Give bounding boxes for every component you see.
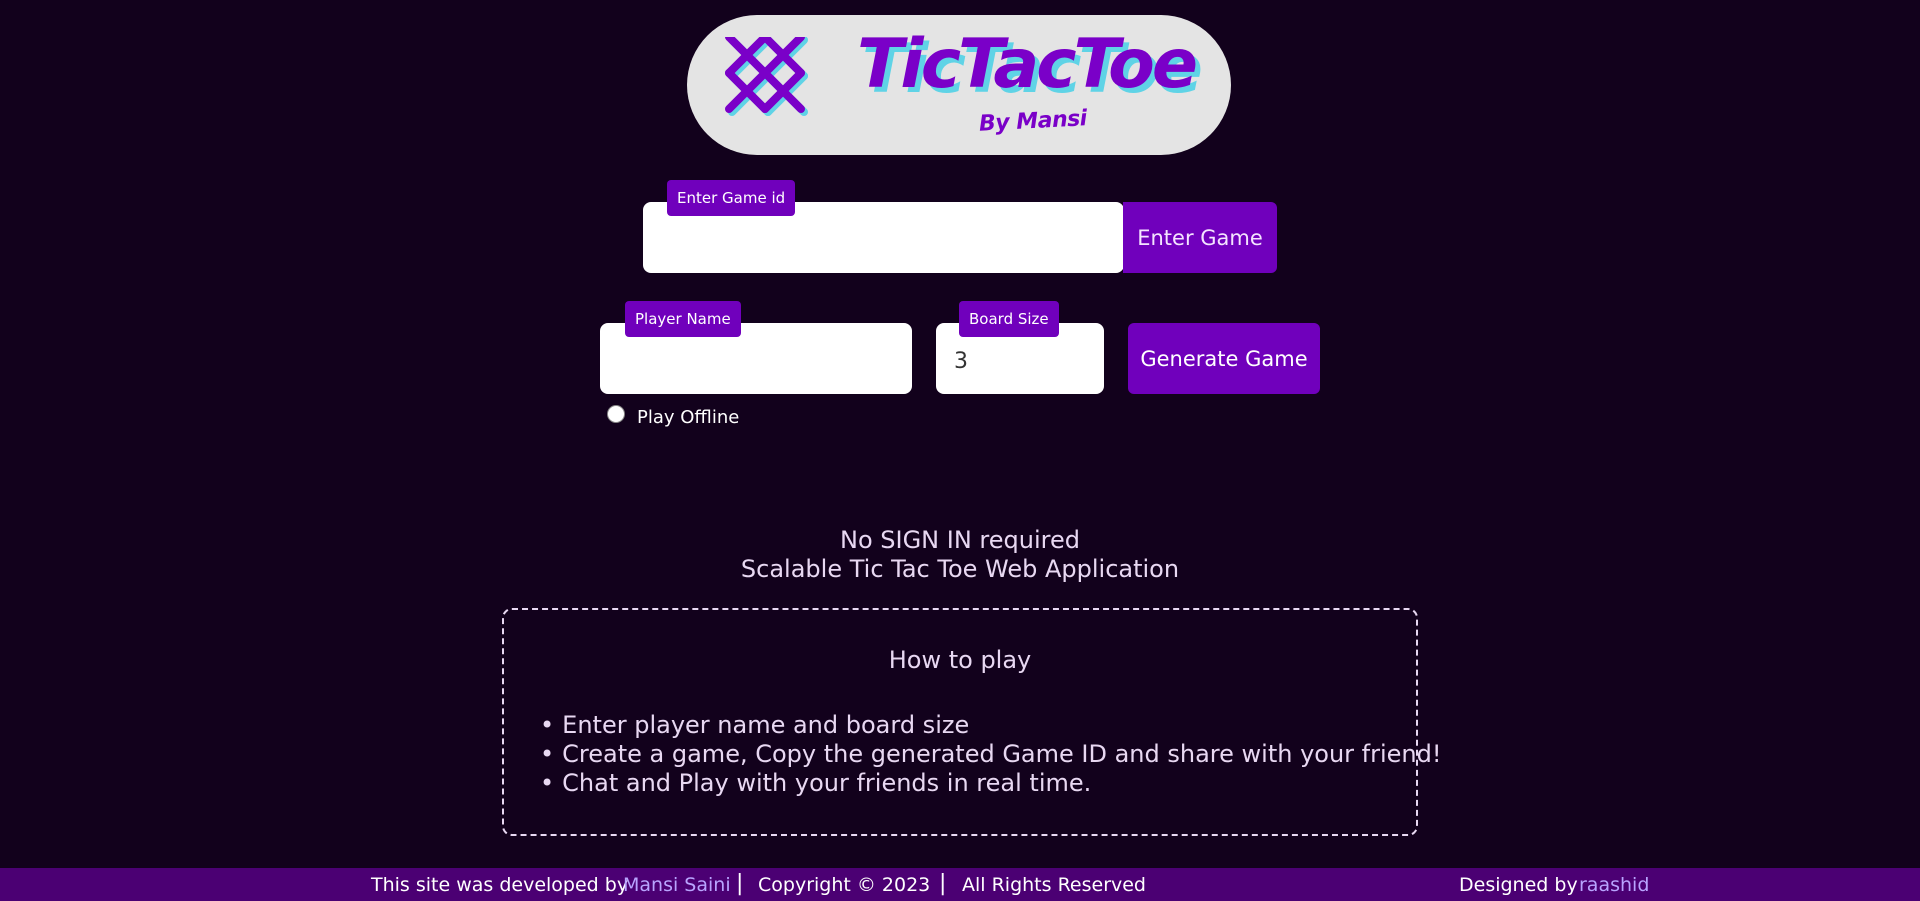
list-item: Enter player name and board size [540, 711, 1441, 740]
generate-game-button[interactable]: Generate Game [1128, 323, 1320, 394]
footer: This site was developed by Mansi Saini |… [0, 868, 1920, 901]
footer-separator: | [939, 871, 947, 896]
how-to-play-list: Enter player name and board size Create … [540, 711, 1441, 798]
footer-developed-text: This site was developed by [371, 874, 629, 896]
play-offline-radio[interactable] [607, 405, 625, 423]
how-to-play-title: How to play [888, 646, 1032, 674]
footer-designed-text: Designed by [1459, 874, 1578, 896]
footer-separator: | [736, 871, 744, 896]
hashtag-x-icon [725, 37, 808, 116]
list-item: Chat and Play with your friends in real … [540, 769, 1441, 798]
footer-rights: All Rights Reserved [962, 874, 1146, 896]
tagline-description: Scalable Tic Tac Toe Web Application [740, 555, 1180, 583]
enter-game-button[interactable]: Enter Game [1123, 202, 1277, 273]
logo-subtitle: By Mansi [978, 106, 1088, 137]
player-name-label: Player Name [625, 301, 741, 337]
game-id-label: Enter Game id [667, 180, 796, 216]
designer-link[interactable]: raashid [1579, 874, 1649, 896]
logo: TicTacToe By Mansi [687, 15, 1231, 155]
list-item: Create a game, Copy the generated Game I… [540, 740, 1441, 769]
board-size-label: Board Size [959, 301, 1059, 337]
how-to-play-box: How to play Enter player name and board … [502, 608, 1441, 836]
footer-copyright: Copyright © 2023 [758, 874, 931, 896]
play-offline-label: Play Offline [637, 407, 740, 428]
tagline-sign-in: No SIGN IN required [840, 526, 1080, 554]
logo-title: TicTacToe [857, 25, 1198, 104]
developer-link[interactable]: Mansi Saini [623, 874, 731, 896]
